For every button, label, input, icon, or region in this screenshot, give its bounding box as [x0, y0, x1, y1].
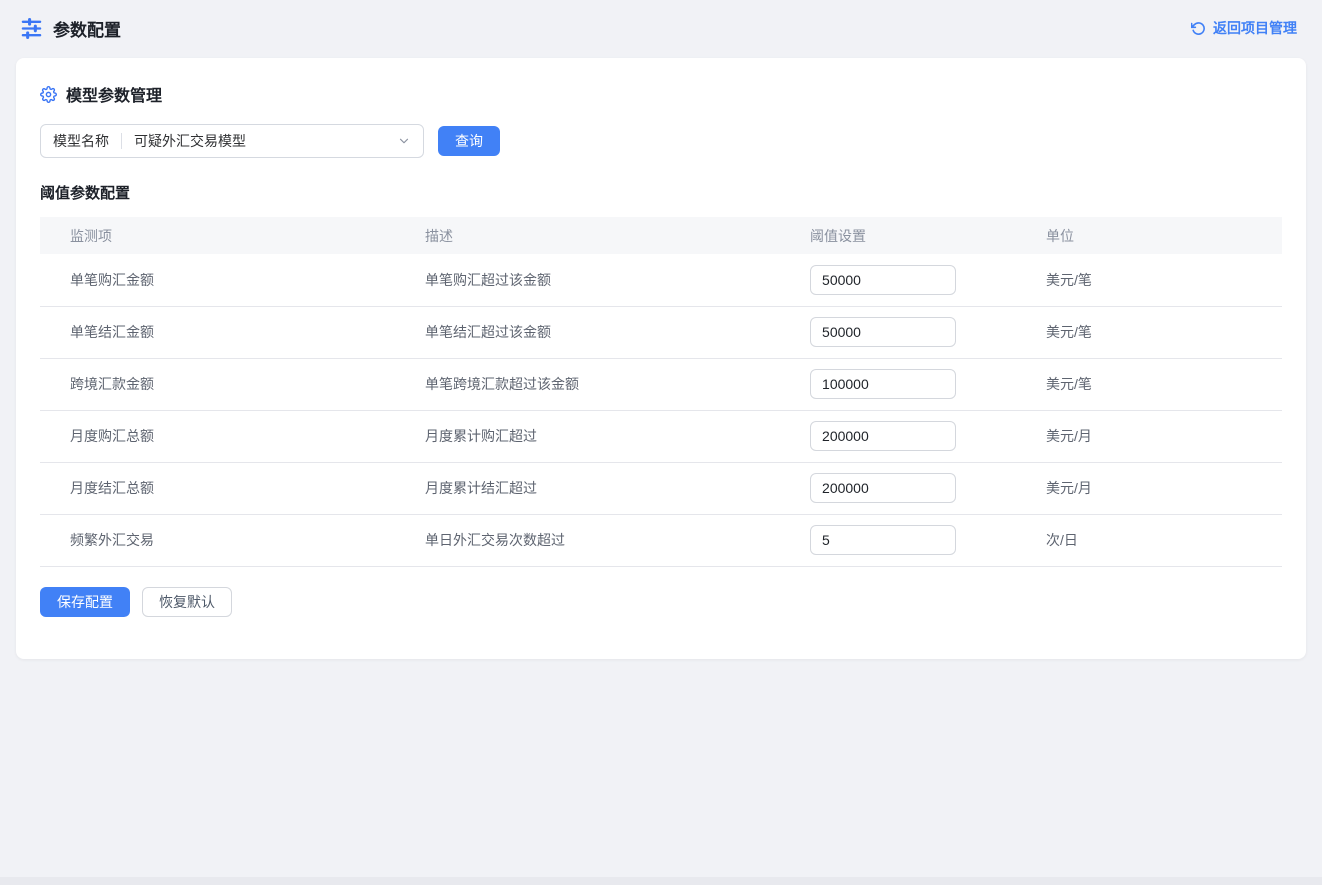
sliders-icon [20, 17, 43, 40]
col-header-unit: 单位 [1046, 217, 1282, 254]
row-unit: 次/日 [1046, 514, 1282, 566]
col-header-item: 监测项 [40, 217, 425, 254]
row-item-label: 跨境汇款金额 [40, 358, 425, 410]
row-item-label: 月度结汇总额 [40, 462, 425, 514]
page-title: 参数配置 [53, 16, 121, 41]
restore-defaults-button[interactable]: 恢复默认 [142, 587, 232, 617]
threshold-input[interactable] [810, 421, 956, 451]
save-config-button[interactable]: 保存配置 [40, 587, 130, 617]
gear-icon [40, 86, 57, 103]
chevron-down-icon [397, 134, 411, 148]
table-row: 跨境汇款金额 单笔跨境汇款超过该金额 美元/笔 [40, 358, 1282, 410]
actions-row: 保存配置 恢复默认 [40, 587, 1282, 617]
query-button[interactable]: 查询 [438, 126, 500, 156]
col-header-threshold: 阈值设置 [810, 217, 1046, 254]
bottom-scrollbar-track [0, 877, 1322, 885]
page-header-left: 参数配置 [20, 16, 121, 41]
back-to-projects-link[interactable]: 返回项目管理 [1191, 18, 1297, 38]
select-divider [121, 133, 122, 149]
model-name-select[interactable]: 模型名称 可疑外汇交易模型 [40, 124, 424, 158]
table-row: 频繁外汇交易 单日外汇交易次数超过 次/日 [40, 514, 1282, 566]
threshold-section-title: 阈值参数配置 [40, 182, 1282, 203]
row-description: 单日外汇交易次数超过 [425, 514, 810, 566]
row-description: 月度累计结汇超过 [425, 462, 810, 514]
threshold-input[interactable] [810, 369, 956, 399]
table-body: 单笔购汇金额 单笔购汇超过该金额 美元/笔 单笔结汇金额 单笔结汇超过该金额 美… [40, 254, 1282, 566]
threshold-input[interactable] [810, 525, 956, 555]
threshold-table: 监测项 描述 阈值设置 单位 单笔购汇金额 单笔购汇超过该金额 美元/笔 单笔结… [40, 217, 1282, 567]
query-bar: 模型名称 可疑外汇交易模型 查询 [40, 124, 1282, 158]
row-description: 单笔结汇超过该金额 [425, 306, 810, 358]
panel-title-row: 模型参数管理 [40, 82, 1282, 106]
row-unit: 美元/月 [1046, 410, 1282, 462]
back-link-label: 返回项目管理 [1213, 18, 1297, 38]
col-header-description: 描述 [425, 217, 810, 254]
undo-arrow-icon [1191, 21, 1206, 36]
table-row: 单笔结汇金额 单笔结汇超过该金额 美元/笔 [40, 306, 1282, 358]
row-unit: 美元/笔 [1046, 306, 1282, 358]
threshold-input[interactable] [810, 317, 956, 347]
table-row: 月度购汇总额 月度累计购汇超过 美元/月 [40, 410, 1282, 462]
panel-title: 模型参数管理 [66, 82, 162, 106]
threshold-input[interactable] [810, 473, 956, 503]
row-description: 单笔跨境汇款超过该金额 [425, 358, 810, 410]
table-row: 单笔购汇金额 单笔购汇超过该金额 美元/笔 [40, 254, 1282, 306]
row-unit: 美元/笔 [1046, 358, 1282, 410]
model-select-label: 模型名称 [53, 131, 109, 151]
table-row: 月度结汇总额 月度累计结汇超过 美元/月 [40, 462, 1282, 514]
threshold-input[interactable] [810, 265, 956, 295]
row-unit: 美元/笔 [1046, 254, 1282, 306]
row-item-label: 单笔购汇金额 [40, 254, 425, 306]
row-item-label: 单笔结汇金额 [40, 306, 425, 358]
row-item-label: 频繁外汇交易 [40, 514, 425, 566]
table-header-row: 监测项 描述 阈值设置 单位 [40, 217, 1282, 254]
row-description: 单笔购汇超过该金额 [425, 254, 810, 306]
row-description: 月度累计购汇超过 [425, 410, 810, 462]
row-item-label: 月度购汇总额 [40, 410, 425, 462]
page-header: 参数配置 返回项目管理 [0, 0, 1322, 56]
model-select-value: 可疑外汇交易模型 [134, 131, 397, 151]
model-parameter-card: 模型参数管理 模型名称 可疑外汇交易模型 查询 阈值参数配置 监测项 描述 阈值… [16, 58, 1306, 659]
row-unit: 美元/月 [1046, 462, 1282, 514]
